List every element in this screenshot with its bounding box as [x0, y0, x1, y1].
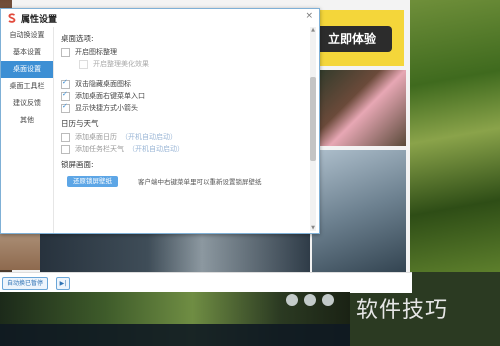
properties-dialog: 属性设置 × 自动换设置 基本设置 桌面设置 桌面工具栏 建议反馈 其他 桌面选…: [0, 8, 320, 234]
sidebar-item-desktop[interactable]: 桌面设置: [1, 61, 53, 78]
shortcut-arrow-checkbox[interactable]: [61, 102, 70, 113]
wallpaper-thumbnail[interactable]: [40, 232, 310, 272]
tray-icons: [286, 294, 334, 306]
lockscreen-note: 客户端中右键菜单里可以重新设置锁屏壁纸: [138, 178, 262, 186]
taskbar: [0, 324, 350, 346]
scroll-up-icon[interactable]: ▲: [310, 27, 316, 33]
wallpaper-thumbnail[interactable]: [312, 150, 406, 272]
dialog-title: 属性设置: [21, 15, 58, 25]
option-label: 开启整理美化效果: [93, 60, 149, 68]
settings-content: 桌面选项: 开启图标整理 开启整理美化效果 双击隐藏桌面图标 添加桌面右键菜单入…: [61, 27, 303, 233]
taskbar-weather-checkbox[interactable]: [61, 144, 70, 154]
option-label: 添加桌面右键菜单入口: [75, 92, 145, 100]
scroll-down-icon[interactable]: ▼: [310, 225, 316, 231]
option-row[interactable]: 双击隐藏桌面图标: [61, 78, 303, 90]
status-bar: 自动换已暂停 ▶|: [0, 272, 412, 293]
option-hint: （开机自动启动）: [121, 133, 177, 141]
sidebar-item-basic[interactable]: 基本设置: [1, 44, 53, 61]
option-hint: （开机自动启动）: [128, 145, 184, 153]
close-icon[interactable]: ×: [305, 11, 313, 21]
section-title-lock-screen: 锁屏画面:: [61, 160, 94, 169]
settings-sidebar: 自动换设置 基本设置 桌面设置 桌面工具栏 建议反馈 其他: [1, 27, 54, 233]
context-menu-checkbox[interactable]: [61, 90, 70, 101]
option-label: 双击隐藏桌面图标: [75, 80, 131, 88]
app-icon[interactable]: [304, 294, 316, 306]
scrollbar[interactable]: ▲ ▼: [310, 27, 316, 231]
sidebar-item-auto-change[interactable]: 自动换设置: [1, 27, 53, 44]
option-row[interactable]: 添加任务栏天气 （开机自动启动）: [61, 143, 303, 155]
option-label: 开启图标整理: [75, 48, 117, 56]
scrollbar-thumb[interactable]: [310, 77, 316, 161]
option-row[interactable]: 添加桌面右键菜单入口: [61, 90, 303, 102]
section-title-calendar-weather: 日历与天气: [61, 119, 99, 128]
option-row[interactable]: 添加桌面日历 （开机自动启动）: [61, 131, 303, 143]
option-label: 显示快捷方式小箭头: [75, 104, 138, 112]
lock-screen-row: 还原锁屏壁纸 客户端中右键菜单里可以重新设置锁屏壁纸: [61, 174, 303, 188]
watermark: 软件技巧: [356, 298, 449, 323]
reset-lockscreen-button[interactable]: 还原锁屏壁纸: [67, 175, 118, 187]
icon-organize-checkbox[interactable]: [61, 47, 70, 57]
gamepad-icon[interactable]: [322, 294, 334, 306]
desktop-wallpaper: [410, 0, 500, 272]
auto-change-paused-button[interactable]: 自动换已暂停: [2, 277, 49, 290]
option-row[interactable]: 开启图标整理: [61, 46, 303, 58]
section-title-desktop-options: 桌面选项:: [61, 34, 94, 43]
sidebar-item-toolbar[interactable]: 桌面工具栏: [1, 78, 53, 95]
option-label: 添加桌面日历: [75, 133, 117, 141]
wallpaper-thumbnail[interactable]: [312, 70, 406, 146]
sidebar-item-feedback[interactable]: 建议反馈: [1, 95, 53, 112]
double-click-hide-checkbox[interactable]: [61, 78, 70, 89]
app-logo-icon: [8, 13, 16, 23]
try-now-button[interactable]: 立即体验: [312, 26, 392, 52]
organize-effect-checkbox: [79, 59, 88, 69]
desktop-calendar-checkbox[interactable]: [61, 132, 70, 142]
dialog-titlebar[interactable]: 属性设置 ×: [1, 9, 319, 27]
sidebar-item-other[interactable]: 其他: [1, 112, 53, 129]
option-row[interactable]: 显示快捷方式小箭头: [61, 102, 303, 114]
option-row: 开启整理美化效果: [61, 58, 303, 70]
browser-icon[interactable]: [286, 294, 298, 306]
next-wallpaper-button[interactable]: ▶|: [56, 277, 70, 290]
option-label: 添加任务栏天气: [75, 145, 124, 153]
